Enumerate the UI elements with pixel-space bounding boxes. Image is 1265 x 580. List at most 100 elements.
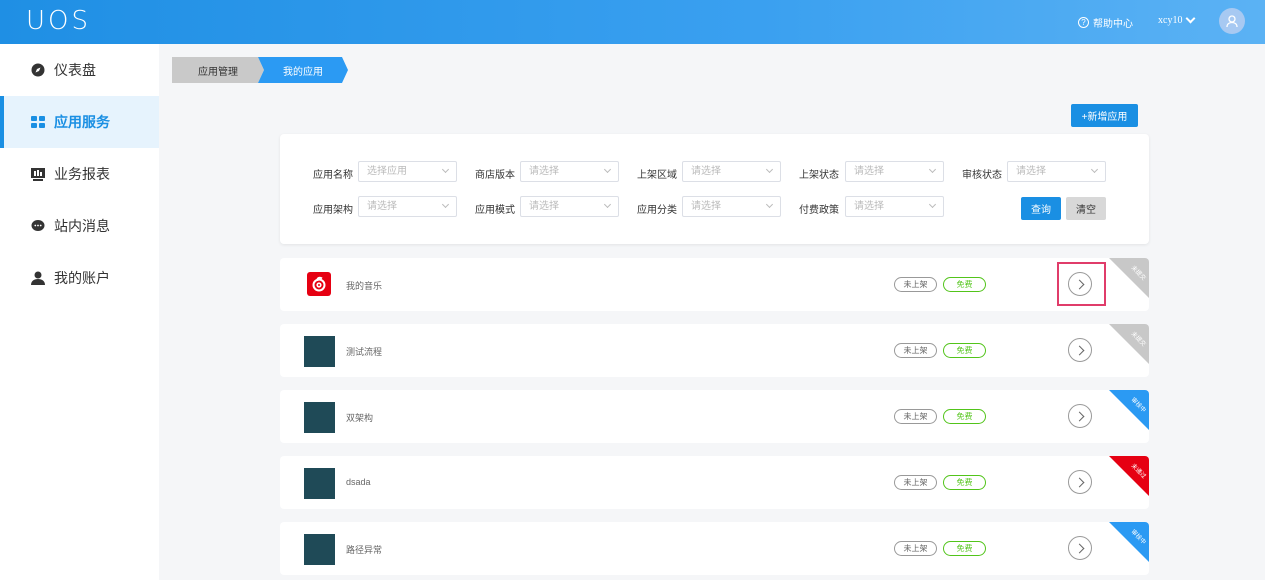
- report-icon: [31, 168, 45, 181]
- app-row[interactable]: 测试流程 未上架 免费 未提交: [280, 324, 1149, 377]
- sidebar-item-messages[interactable]: 站内消息: [0, 200, 159, 252]
- price-tag: 免费: [943, 409, 986, 424]
- status-ribbon-label: 未提交: [1129, 265, 1147, 283]
- top-bar: UOS ? 帮助中心 xcy10: [0, 0, 1265, 44]
- sidebar-item-reports[interactable]: 业务报表: [0, 148, 159, 200]
- app-row[interactable]: 双架构 未上架 免费 审核中: [280, 390, 1149, 443]
- sidebar-item-account[interactable]: 我的账户: [0, 252, 159, 304]
- app-name: 测试流程: [346, 347, 383, 357]
- app-detail-arrow-button[interactable]: [1068, 470, 1092, 494]
- app-row[interactable]: dsada 未上架 免费 未通过: [280, 456, 1149, 509]
- status-ribbon: 未提交: [1109, 324, 1149, 364]
- grid-icon: [31, 116, 45, 128]
- user-icon: [31, 271, 45, 285]
- select-placeholder: 请选择: [529, 201, 559, 212]
- filter-label-app-mode: 应用模式: [475, 205, 515, 216]
- app-category-select[interactable]: 请选择: [682, 196, 781, 217]
- select-placeholder: 请选择: [854, 201, 884, 212]
- shelf-status-select[interactable]: 请选择: [845, 161, 944, 182]
- help-center-link[interactable]: ? 帮助中心: [1078, 15, 1133, 30]
- app-name: 我的音乐: [346, 281, 383, 291]
- app-thumbnail: [304, 468, 335, 499]
- add-app-button[interactable]: +新增应用: [1071, 104, 1138, 127]
- help-center-label: 帮助中心: [1093, 19, 1133, 30]
- select-placeholder: 请选择: [1016, 166, 1046, 177]
- message-icon: [31, 220, 45, 231]
- shelf-status-tag: 未上架: [894, 475, 937, 490]
- clear-button[interactable]: 清空: [1066, 197, 1106, 220]
- chevron-down-icon: [928, 200, 937, 209]
- status-ribbon-label: 未通过: [1129, 463, 1147, 481]
- price-tag: 免费: [943, 277, 986, 292]
- app-name: 双架构: [346, 413, 374, 423]
- select-placeholder: 请选择: [529, 166, 559, 177]
- app-detail-arrow-button[interactable]: [1068, 338, 1092, 362]
- app-row[interactable]: 我的音乐 未上架 免费 未提交: [280, 258, 1149, 311]
- select-placeholder: 请选择: [367, 201, 397, 212]
- question-icon: ?: [1078, 17, 1089, 28]
- breadcrumb-app-management[interactable]: 应用管理: [172, 57, 264, 83]
- app-detail-arrow-button[interactable]: [1068, 536, 1092, 560]
- price-tag: 免费: [943, 541, 986, 556]
- app-detail-arrow-button[interactable]: [1068, 404, 1092, 428]
- sidebar-item-app-services[interactable]: 应用服务: [0, 96, 159, 148]
- filter-panel: [280, 134, 1149, 244]
- avatar[interactable]: [1219, 8, 1245, 34]
- app-thumbnail: [304, 402, 335, 433]
- filter-label-store-version: 商店版本: [475, 170, 515, 181]
- query-button[interactable]: 查询: [1021, 197, 1061, 220]
- status-ribbon: 未提交: [1109, 258, 1149, 298]
- sidebar-item-label: 我的账户: [54, 270, 110, 286]
- sidebar-item-label: 仪表盘: [54, 62, 96, 78]
- shelf-status-tag: 未上架: [894, 277, 937, 292]
- store-version-select[interactable]: 请选择: [520, 161, 619, 182]
- app-name-select[interactable]: 选择应用: [358, 161, 457, 182]
- chevron-down-icon: [765, 200, 774, 209]
- filter-label-app-name: 应用名称: [313, 170, 353, 181]
- breadcrumb-my-apps[interactable]: 我的应用: [258, 57, 348, 83]
- status-ribbon: 审核中: [1109, 390, 1149, 430]
- select-placeholder: 请选择: [854, 166, 884, 177]
- sidebar-item-dashboard[interactable]: 仪表盘: [0, 44, 159, 96]
- chevron-down-icon: [603, 200, 612, 209]
- sidebar-item-label: 站内消息: [54, 218, 110, 234]
- price-tag: 免费: [943, 475, 986, 490]
- select-placeholder: 请选择: [691, 201, 721, 212]
- status-ribbon: 审核中: [1109, 522, 1149, 562]
- app-mode-select[interactable]: 请选择: [520, 196, 619, 217]
- music-logo-icon: [312, 276, 326, 292]
- review-status-select[interactable]: 请选择: [1007, 161, 1106, 182]
- app-name: dsada: [346, 477, 371, 487]
- pay-policy-select[interactable]: 请选择: [845, 196, 944, 217]
- filter-label-shelf-status: 上架状态: [799, 170, 839, 181]
- app-thumbnail: [304, 534, 335, 565]
- select-placeholder: 请选择: [691, 166, 721, 177]
- shelf-region-select[interactable]: 请选择: [682, 161, 781, 182]
- shelf-status-tag: 未上架: [894, 541, 937, 556]
- select-placeholder: 选择应用: [367, 166, 407, 177]
- status-ribbon-label: 未提交: [1129, 331, 1147, 349]
- app-row[interactable]: 路径异常 未上架 免费 审核中: [280, 522, 1149, 575]
- app-detail-arrow-button[interactable]: [1068, 272, 1092, 296]
- user-menu[interactable]: xcy10: [1158, 13, 1196, 26]
- chevron-down-icon: [603, 165, 612, 174]
- app-thumbnail: [304, 336, 335, 367]
- user-avatar-icon: [1226, 15, 1238, 28]
- filter-label-app-category: 应用分类: [637, 205, 677, 216]
- chevron-down-icon: [928, 165, 937, 174]
- app-arch-select[interactable]: 请选择: [358, 196, 457, 217]
- status-ribbon: 未通过: [1109, 456, 1149, 496]
- username: xcy10: [1158, 15, 1183, 26]
- filter-label-app-arch: 应用架构: [313, 205, 353, 216]
- sidebar-item-label: 业务报表: [54, 166, 110, 182]
- shelf-status-tag: 未上架: [894, 343, 937, 358]
- filter-label-pay-policy: 付费政策: [799, 205, 839, 216]
- logo[interactable]: UOS: [26, 6, 91, 36]
- status-ribbon-label: 审核中: [1129, 529, 1147, 547]
- app-name: 路径异常: [346, 545, 383, 555]
- sidebar-item-label: 应用服务: [54, 114, 110, 130]
- status-ribbon-label: 审核中: [1129, 397, 1147, 415]
- sidebar: 仪表盘 应用服务 业务报表 站内消息 我的账户: [0, 44, 159, 580]
- chevron-down-icon: [1090, 165, 1099, 174]
- filter-label-shelf-region: 上架区域: [637, 170, 677, 181]
